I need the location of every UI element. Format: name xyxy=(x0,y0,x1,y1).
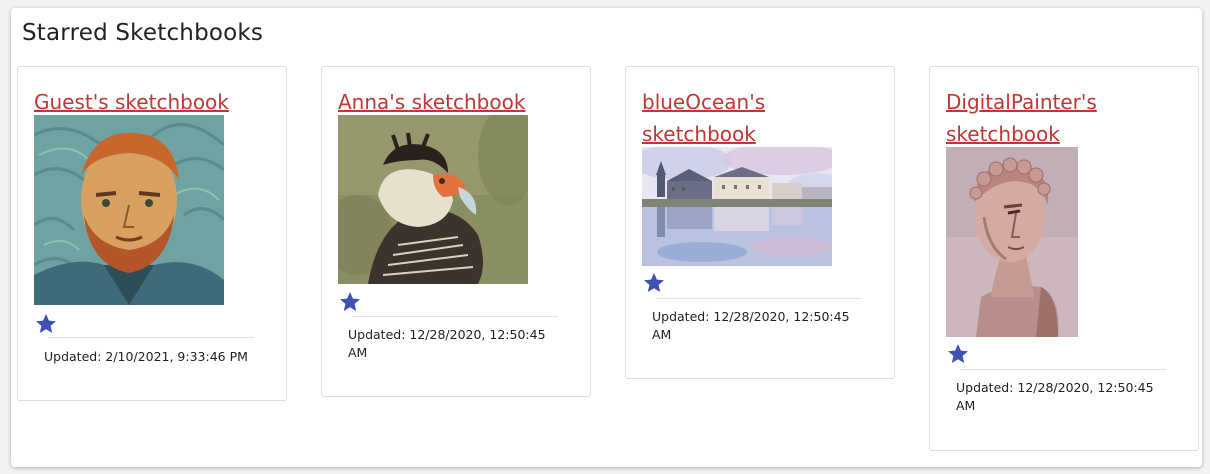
sketchbook-card: blueOcean's sketchbook Updated: 12/28/20… xyxy=(625,66,895,379)
card-divider xyxy=(656,298,862,299)
sketchbook-link[interactable]: DigitalPainter's sketchbook xyxy=(946,86,1176,150)
sketchbook-card: Guest's sketchbook Updated: 2/10/2021, 9… xyxy=(17,66,287,401)
sketchbook-thumbnail[interactable] xyxy=(642,147,832,266)
updated-timestamp: Updated: 12/28/2020, 12:50:45 AM xyxy=(652,309,850,342)
card-divider xyxy=(960,369,1166,370)
sketchbook-thumbnail[interactable] xyxy=(34,115,224,305)
star-icon[interactable] xyxy=(338,290,362,314)
sketchbook-card: Anna's sketchbook Updated: 12/28/2020, 1… xyxy=(321,66,591,397)
sketchbook-link[interactable]: Guest's sketchbook xyxy=(34,86,264,118)
sketchbook-thumbnail[interactable] xyxy=(338,115,528,284)
star-icon[interactable] xyxy=(34,312,58,336)
updated-timestamp: Updated: 12/28/2020, 12:50:45 AM xyxy=(348,327,546,360)
sketchbook-link[interactable]: blueOcean's sketchbook xyxy=(642,86,872,150)
starred-sketchbooks-panel: Starred Sketchbooks Guest's sketchbook U… xyxy=(11,8,1202,467)
updated-timestamp: Updated: 12/28/2020, 12:50:45 AM xyxy=(956,380,1154,413)
card-divider xyxy=(48,337,254,338)
updated-timestamp: Updated: 2/10/2021, 9:33:46 PM xyxy=(44,349,248,364)
section-title: Starred Sketchbooks xyxy=(22,20,264,46)
star-icon[interactable] xyxy=(642,271,666,295)
star-icon[interactable] xyxy=(946,342,970,366)
sketchbook-link[interactable]: Anna's sketchbook xyxy=(338,86,568,118)
sketchbook-thumbnail[interactable] xyxy=(946,147,1078,337)
card-divider xyxy=(352,316,558,317)
sketchbook-card: DigitalPainter's sketchbook Updated: 12/… xyxy=(929,66,1199,451)
